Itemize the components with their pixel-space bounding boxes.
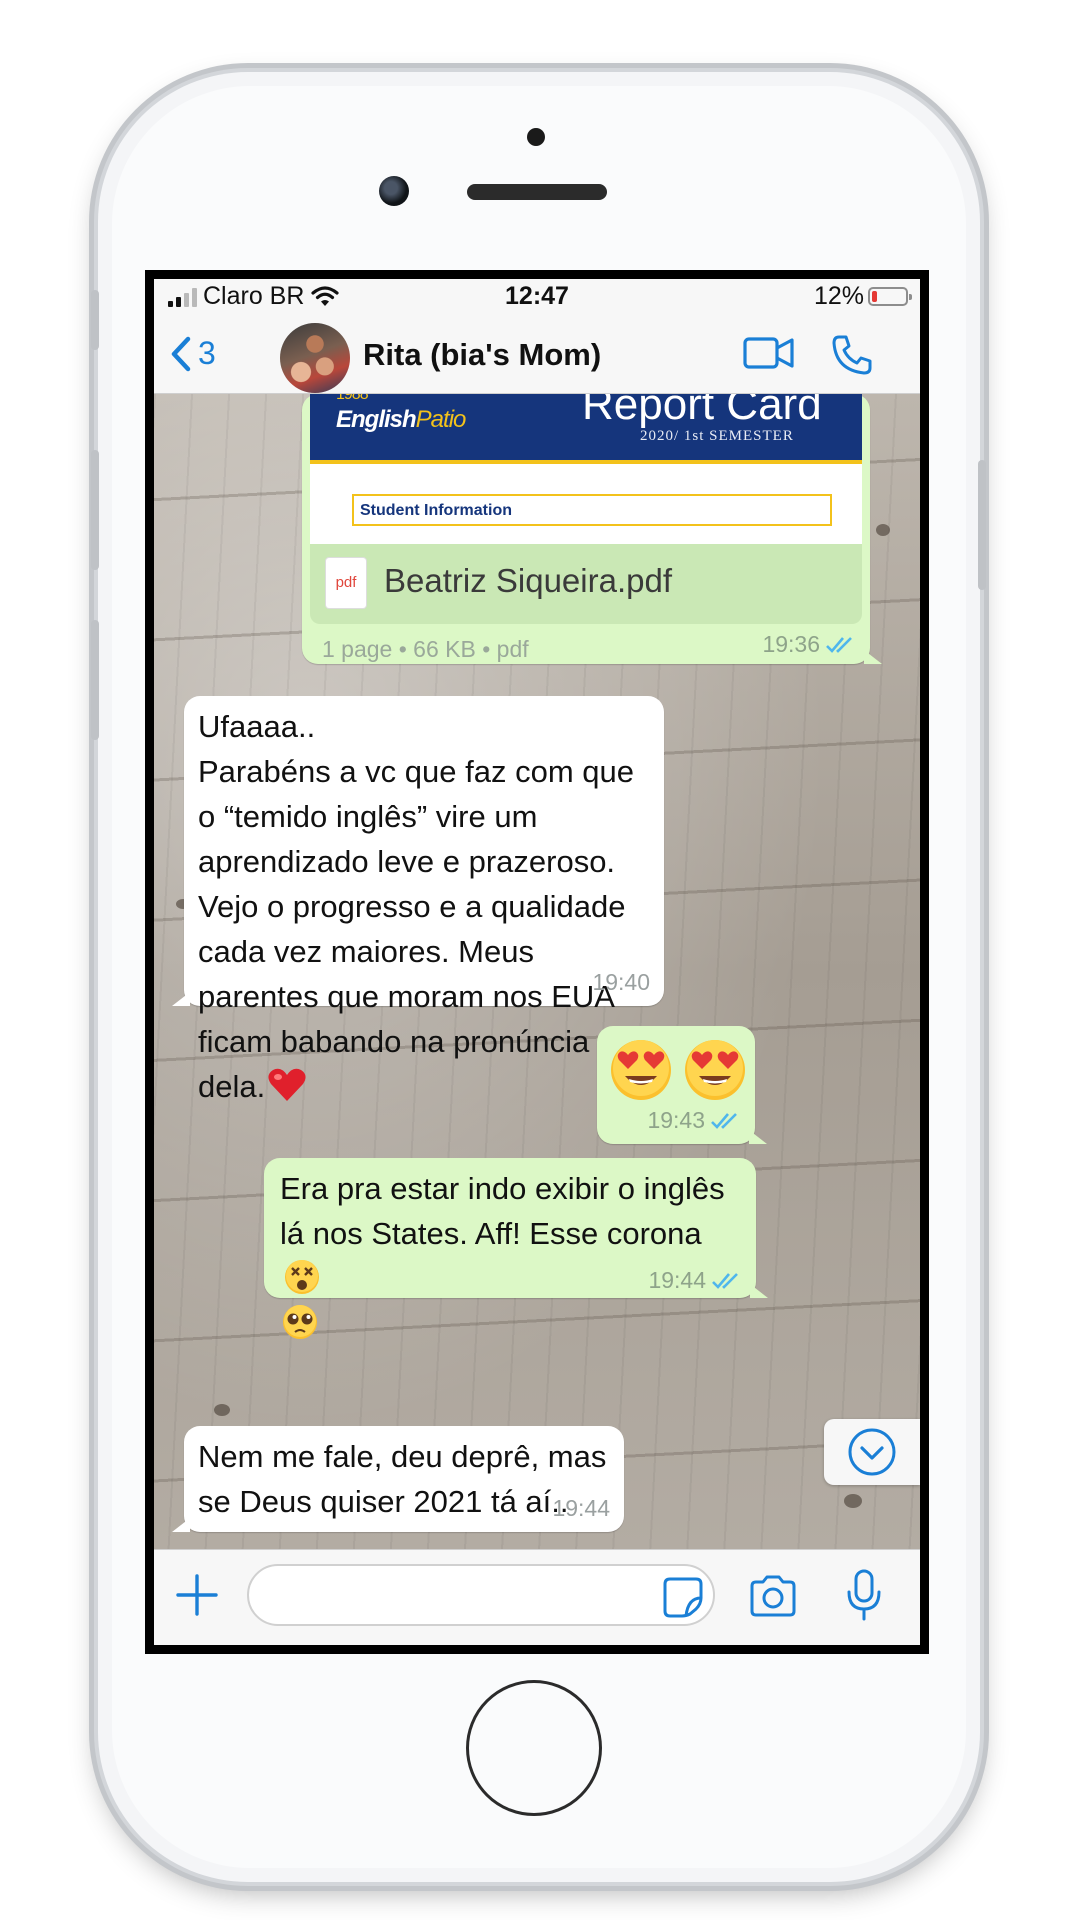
phone-screen: Claro BR 12:47 12% 3 Rita (bia's Mom) 19… [145,270,929,1654]
double-check-icon [826,636,852,653]
attach-button[interactable] [174,1572,220,1623]
message-input-bar [154,1549,920,1645]
double-check-icon [711,1112,737,1129]
message-time: 19:40 [592,969,650,995]
message-input[interactable] [247,1564,715,1626]
contact-avatar[interactable] [280,323,350,393]
wood-knot [844,1494,862,1508]
video-call-icon [743,337,794,369]
message-text: Ufaaaa.. Parabéns a vc que faz com que o… [198,709,634,1104]
voice-call-button[interactable] [830,333,874,382]
volume-up-button [91,450,99,570]
document-meta: 1 page • 66 KB • pdf [322,636,529,662]
report-card-subtitle: 2020/ 1st SEMESTER [640,428,794,444]
document-file-row[interactable]: pdf Beatriz Siqueira.pdf [310,544,862,624]
heart-eyes-emoji [611,1040,671,1100]
message-text: Era pra estar indo exibir o inglês lá no… [280,1166,738,1346]
clock: 12:47 [505,282,569,310]
message-time: 19:36 [762,631,856,658]
proximity-sensor [527,128,545,146]
outgoing-emoji-message[interactable]: 19:43 [597,1026,767,1144]
contact-name[interactable]: Rita (bia's Mom) [363,337,601,373]
document-message[interactable]: 1988 EnglishPatio Report Card 2020/ 1st S… [302,394,882,664]
earpiece-speaker [467,184,607,200]
chevron-down-circle-icon [848,1428,896,1476]
preview-divider [310,460,862,464]
battery-percentage: 12% [813,282,864,310]
incoming-message[interactable]: Nem me fale, deu deprê, mas se Deus quis… [172,1426,624,1532]
heart-eyes-emoji [685,1040,745,1100]
document-file-name: Beatriz Siqueira.pdf [384,562,672,599]
microphone-icon [847,1569,881,1621]
outgoing-message[interactable]: Era pra estar indo exibir o inglês lá no… [264,1158,768,1339]
camera-button[interactable] [748,1574,798,1623]
home-button[interactable] [466,1680,602,1816]
battery-icon [868,287,912,306]
sticker-icon [663,1577,703,1618]
wood-knot [214,1404,230,1416]
student-information-box: Student Information [352,494,832,526]
front-camera [379,176,409,206]
scroll-to-bottom-button[interactable] [824,1419,920,1485]
red-heart-emoji [268,1068,306,1101]
report-card-title: Report Card [582,394,822,429]
unread-count: 3 [198,335,216,371]
english-patio-logo: 1988 EnglishPatio [336,394,466,433]
chevron-left-icon [171,336,191,371]
document-preview[interactable]: 1988 EnglishPatio Report Card 2020/ 1st S… [310,394,862,544]
emoji-row [609,1038,747,1102]
pleading-face-emoji [283,1305,317,1339]
double-check-icon [712,1272,738,1289]
chat-header: 3 Rita (bia's Mom) [154,313,920,394]
message-time: 19:44 [648,1267,742,1294]
status-right: 12% [813,282,912,311]
video-call-button[interactable] [742,333,796,378]
message-text: Nem me fale, deu deprê, mas se Deus quis… [198,1439,607,1519]
back-button[interactable]: 3 [170,335,216,372]
camera-icon [750,1575,796,1617]
status-bar: Claro BR 12:47 12% [154,279,920,311]
mute-switch [91,290,99,350]
message-time: 19:44 [552,1495,610,1521]
voice-message-button[interactable] [844,1568,884,1629]
pdf-file-icon: pdf [326,558,366,608]
wood-knot [876,524,890,536]
incoming-message[interactable]: Ufaaaa.. Parabéns a vc que faz com que o… [172,696,664,1104]
dizzy-face-emoji [285,1260,319,1294]
plus-icon [176,1574,218,1616]
chat-history[interactable]: 1988 EnglishPatio Report Card 2020/ 1st S… [154,394,920,1549]
sticker-button[interactable] [662,1576,704,1623]
message-time: 19:43 [647,1107,741,1134]
volume-down-button [91,620,99,740]
phone-icon [832,335,872,375]
whatsapp-app: Claro BR 12:47 12% 3 Rita (bia's Mom) 19… [154,279,920,1645]
preview-header-band: 1988 EnglishPatio Report Card 2020/ 1st S… [310,394,862,460]
power-button [978,460,986,590]
